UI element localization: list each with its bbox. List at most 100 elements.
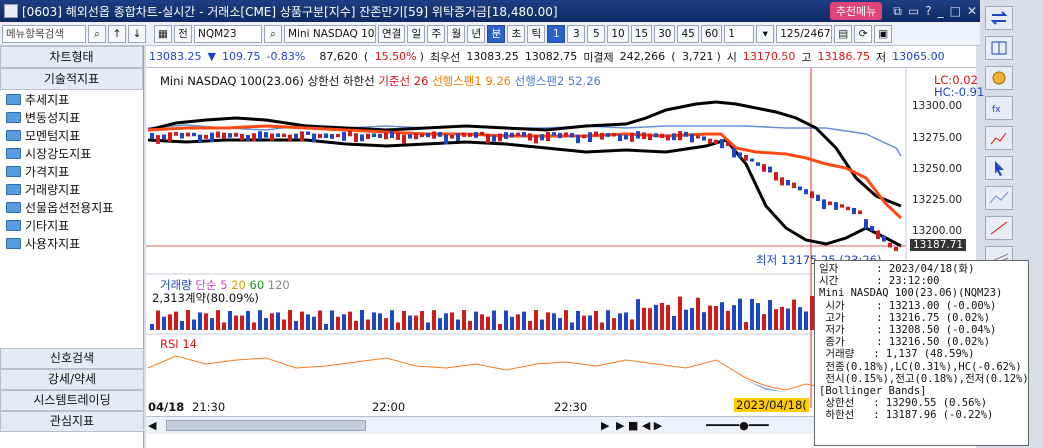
volume-bar <box>234 315 238 330</box>
btn-link[interactable]: 연결 <box>378 24 406 43</box>
volume-bar <box>678 296 682 330</box>
volume-bar <box>462 310 466 330</box>
recommend-menu-button[interactable]: 추천메뉴 <box>829 2 883 20</box>
tree-item-volatility[interactable]: 변동성지표 <box>0 108 143 126</box>
candle <box>786 179 790 186</box>
tree-item-other[interactable]: 기타지표 <box>0 216 143 234</box>
gear-icon[interactable] <box>985 66 1013 90</box>
maximize-icon[interactable]: □ <box>950 4 961 18</box>
volume-bar <box>456 319 460 330</box>
layout-icon[interactable] <box>985 36 1013 60</box>
technical-indicator-tab[interactable]: 기술적지표 <box>0 68 143 90</box>
trendline-icon[interactable] <box>985 186 1013 210</box>
close-icon[interactable]: ✕ <box>967 4 977 18</box>
tree-item-momentum[interactable]: 모멘텀지표 <box>0 126 143 144</box>
tree-item-price[interactable]: 가격지표 <box>0 162 143 180</box>
btn-minute[interactable]: 분 <box>487 24 506 43</box>
candle <box>780 177 784 186</box>
candle <box>804 189 808 195</box>
interval-60[interactable]: 60 <box>700 24 723 43</box>
interval-dropdown-icon[interactable]: ▾ <box>756 24 775 43</box>
scroll-thumb[interactable] <box>166 420 366 431</box>
symbol-search-icon[interactable]: ⌕ <box>264 24 282 43</box>
btn-second[interactable]: 초 <box>507 24 526 43</box>
x-date-label: 04/18 <box>148 400 185 414</box>
scroll-right-icon[interactable]: ▶ <box>601 419 609 432</box>
candle <box>882 235 886 242</box>
volume-bar <box>390 310 394 330</box>
interval-5[interactable]: 5 <box>587 24 606 43</box>
chart-indicator-icon[interactable] <box>985 126 1013 150</box>
period-button[interactable]: 전 <box>174 24 192 43</box>
candle <box>762 164 766 172</box>
minimize-icon[interactable]: _ <box>938 4 944 18</box>
zoom-slider[interactable]: ━━━━━●━━━ <box>706 419 769 432</box>
tree-item-futures-options[interactable]: 선물옵션전용지표 <box>0 198 143 216</box>
search-icon[interactable]: ⌕ <box>88 24 106 43</box>
link-icon[interactable]: ⧉ <box>893 4 902 19</box>
tree-item-volume[interactable]: 거래량지표 <box>0 180 143 198</box>
volume: 87,620 <box>319 50 358 63</box>
volume-bar <box>636 299 640 330</box>
menu-search-input[interactable]: 메뉴항목검색 <box>2 24 86 43</box>
pin-icon[interactable]: ▭ <box>908 4 919 18</box>
interval-15[interactable]: 15 <box>630 24 653 43</box>
system-trading-button[interactable]: 시스템트레이딩 <box>0 390 144 411</box>
candle <box>672 133 676 141</box>
volume-bar <box>420 311 424 330</box>
volume-bar <box>594 311 598 330</box>
interval-45[interactable]: 45 <box>677 24 699 43</box>
btn-day[interactable]: 일 <box>407 24 426 43</box>
candle <box>180 132 184 139</box>
interval-30[interactable]: 30 <box>654 24 676 43</box>
volume-bar <box>624 312 628 330</box>
candle <box>522 131 526 137</box>
btn-year[interactable]: 년 <box>467 24 486 43</box>
volume-bar <box>504 310 508 330</box>
btn-week[interactable]: 주 <box>427 24 446 43</box>
tree-item-market-strength[interactable]: 시장강도지표 <box>0 144 143 162</box>
symbol-select[interactable]: NQM23 <box>194 24 262 43</box>
interval-1[interactable]: 1 <box>547 24 566 43</box>
line-draw-icon[interactable] <box>985 216 1013 240</box>
settings-icon[interactable]: ▤ <box>834 24 853 43</box>
fx-icon[interactable]: fx <box>985 96 1013 120</box>
interval-select[interactable]: 1 <box>724 24 755 43</box>
interval-3[interactable]: 3 <box>567 24 586 43</box>
swap-icon[interactable] <box>985 6 1013 30</box>
volume-bar <box>546 312 550 330</box>
volume-bar <box>204 313 208 330</box>
candle <box>720 139 724 149</box>
cursor-icon[interactable] <box>985 156 1013 180</box>
help-icon[interactable]: ? <box>925 4 931 18</box>
tree-item-user[interactable]: 사용자지표 <box>0 234 143 252</box>
candle <box>270 133 274 141</box>
volume-bar <box>720 302 724 330</box>
arrow-down-icon[interactable]: ↓ <box>128 24 146 43</box>
candle <box>774 172 778 181</box>
volume-bar <box>600 322 604 330</box>
candle <box>714 139 718 145</box>
signal-search-button[interactable]: 신호검색 <box>0 348 144 369</box>
candle <box>210 132 214 143</box>
candle <box>834 202 838 210</box>
candle <box>264 132 268 138</box>
watch-indicator-button[interactable]: 관심지표 <box>0 411 144 432</box>
arrow-up-icon[interactable]: ↑ <box>108 24 126 43</box>
chart-type-tab[interactable]: 차트형태 <box>0 46 143 68</box>
tree-item-label: 가격지표 <box>25 164 70 179</box>
btn-month[interactable]: 월 <box>447 24 466 43</box>
tree-item-trend[interactable]: 추세지표 <box>0 90 143 108</box>
scroll-left-icon[interactable]: ◀ <box>148 419 156 432</box>
save-icon[interactable]: ▣ <box>874 24 893 43</box>
candle <box>480 131 484 136</box>
sync-icon[interactable]: ⟳ <box>854 24 873 43</box>
btn-tick[interactable]: 틱 <box>527 24 546 43</box>
candle <box>798 186 802 191</box>
grid-icon[interactable]: ▦ <box>154 24 172 43</box>
strength-weakness-button[interactable]: 강세/약세 <box>0 369 144 390</box>
play-icon[interactable]: ▶ ■ ◀ ▶ <box>616 419 662 432</box>
volume-bar <box>744 321 748 330</box>
tree-item-label: 시장강도지표 <box>25 146 92 161</box>
interval-10[interactable]: 10 <box>607 24 629 43</box>
